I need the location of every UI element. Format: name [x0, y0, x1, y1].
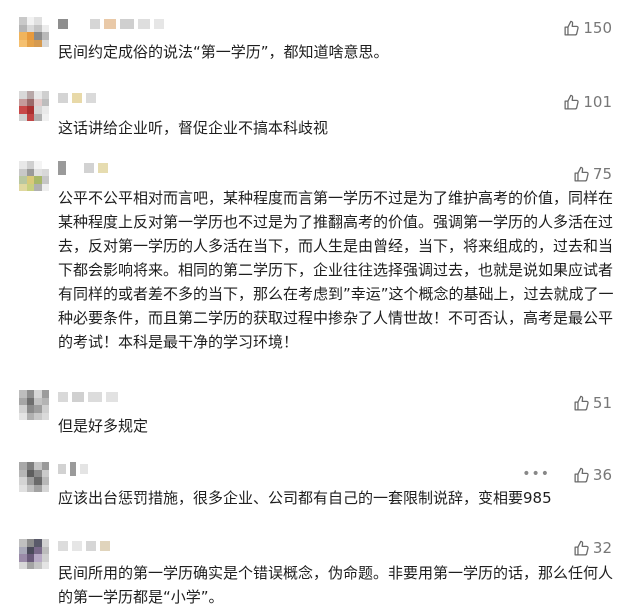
more-options-button[interactable]: •••: [522, 466, 550, 482]
avatar[interactable]: [19, 17, 49, 47]
comment-text: 但是好多规定: [58, 417, 149, 435]
like-button[interactable]: 75: [573, 165, 612, 183]
username-blurred[interactable]: [58, 540, 110, 552]
comment-text: 应该出台惩罚措施，很多企业、公司都有自己的一套限制说辞，变相要985: [58, 489, 552, 507]
thumbs-up-icon: [574, 540, 589, 556]
username-blurred[interactable]: [58, 161, 108, 175]
like-button[interactable]: 101: [563, 93, 612, 111]
like-count: 101: [583, 93, 612, 111]
comment-text: 民间约定成俗的说法“第一学历”，都知道啥意思。: [58, 43, 389, 61]
like-button[interactable]: 32: [573, 539, 612, 557]
thumbs-up-icon: [564, 94, 580, 110]
like-button[interactable]: 51: [573, 394, 612, 412]
like-count: 32: [592, 539, 612, 557]
comment-text: 民间所用的第一学历确实是个错误概念，伪命题。非要用第一学历的话，那么任何人的第一…: [58, 564, 614, 606]
thumbs-up-icon: [574, 166, 589, 182]
thumbs-up-icon: [574, 467, 589, 483]
comment-text: 公平不公平相对而言吧，某种程度而言第一学历不过是为了维护高考的价值，同样在某种程…: [58, 189, 614, 351]
username-blurred[interactable]: [58, 391, 118, 403]
like-count: 51: [592, 394, 612, 412]
username-blurred[interactable]: [58, 462, 88, 476]
like-count: 150: [583, 19, 612, 37]
like-button[interactable]: 150: [563, 19, 612, 37]
avatar[interactable]: [19, 390, 49, 420]
username-blurred[interactable]: [58, 92, 96, 104]
like-button[interactable]: 36: [573, 466, 612, 484]
like-count: 75: [592, 165, 612, 183]
avatar[interactable]: [19, 539, 49, 569]
like-count: 36: [592, 466, 612, 484]
avatar[interactable]: [19, 161, 49, 191]
thumbs-up-icon: [574, 395, 589, 411]
avatar[interactable]: [19, 91, 49, 121]
username-blurred[interactable]: [58, 18, 164, 30]
comment-text: 这话讲给企业听，督促企业不搞本科歧视: [58, 119, 329, 137]
thumbs-up-icon: [564, 20, 580, 36]
avatar[interactable]: [19, 462, 49, 492]
